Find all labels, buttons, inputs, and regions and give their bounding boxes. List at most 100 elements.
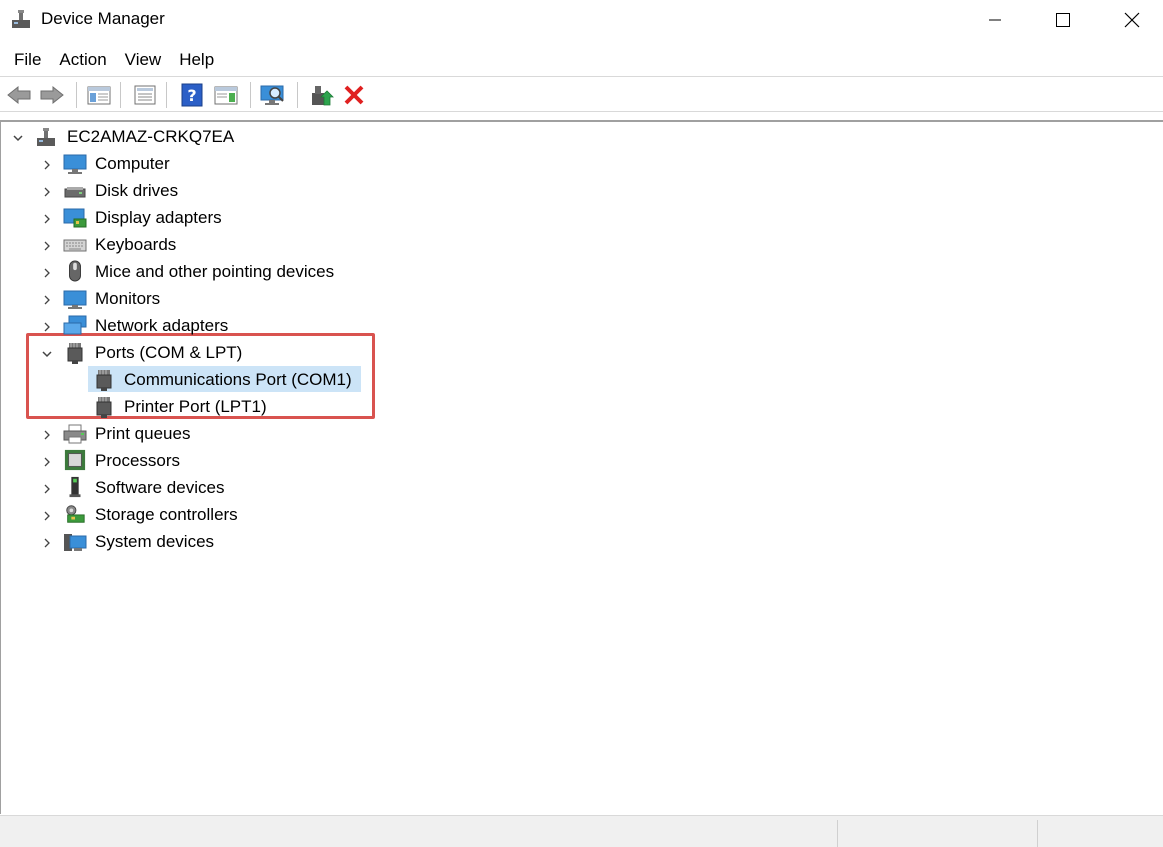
menu-help[interactable]: Help xyxy=(171,46,222,74)
chevron-down-icon xyxy=(13,135,23,142)
show-hide-console-tree-icon xyxy=(87,86,111,105)
menu-action[interactable]: Action xyxy=(51,46,114,74)
scan-hardware-button[interactable] xyxy=(259,82,287,108)
help-icon: ? xyxy=(181,83,203,107)
tree-item-network-adapters[interactable]: Network adapters xyxy=(95,315,228,337)
computer-icon xyxy=(63,154,87,174)
chevron-right-icon xyxy=(44,214,50,224)
back-button[interactable] xyxy=(5,82,33,108)
toolbar: ? xyxy=(0,76,1163,112)
expand-chevron[interactable] xyxy=(40,482,54,496)
uninstall-device-button[interactable] xyxy=(340,82,368,108)
collapse-chevron[interactable] xyxy=(40,347,54,361)
toolbar-separator xyxy=(76,82,77,108)
tree-item-keyboards[interactable]: Keyboards xyxy=(95,234,176,256)
help-button[interactable]: ? xyxy=(178,82,206,108)
menu-view[interactable]: View xyxy=(117,46,170,74)
software-device-icon xyxy=(69,476,81,498)
minimize-button[interactable] xyxy=(960,0,1030,40)
chevron-right-icon xyxy=(44,511,50,521)
system-device-icon xyxy=(64,534,87,551)
chevron-right-icon xyxy=(44,484,50,494)
expand-chevron[interactable] xyxy=(40,536,54,550)
status-separator xyxy=(837,820,838,847)
menu-bar: File Action View Help xyxy=(0,44,1163,76)
uninstall-device-icon xyxy=(344,85,364,105)
update-driver-icon xyxy=(312,86,334,106)
tree-item-display-adapters[interactable]: Display adapters xyxy=(95,207,222,229)
expand-chevron[interactable] xyxy=(40,320,54,334)
toolbar-separator xyxy=(250,82,251,108)
port-icon xyxy=(67,343,83,364)
disk-drive-icon xyxy=(64,187,86,198)
toolbar-separator xyxy=(120,82,121,108)
expand-chevron[interactable] xyxy=(40,293,54,307)
properties-button[interactable] xyxy=(131,82,159,108)
close-icon xyxy=(1124,12,1140,28)
expand-chevron[interactable] xyxy=(40,239,54,253)
svg-text:?: ? xyxy=(187,86,196,105)
display-adapter-icon xyxy=(63,208,87,228)
expand-chevron[interactable] xyxy=(40,212,54,226)
menu-file[interactable]: File xyxy=(6,46,49,74)
forward-arrow-icon xyxy=(40,85,64,105)
port-icon xyxy=(96,370,112,391)
tree-root-label[interactable]: EC2AMAZ-CRKQ7EA xyxy=(67,126,234,148)
chevron-right-icon xyxy=(44,457,50,467)
monitor-icon xyxy=(63,290,87,309)
expand-chevron[interactable] xyxy=(40,455,54,469)
chevron-right-icon xyxy=(44,430,50,440)
tree-item-monitors[interactable]: Monitors xyxy=(95,288,160,310)
expand-chevron[interactable] xyxy=(40,158,54,172)
storage-controller-icon xyxy=(66,505,85,523)
tree-item-system-devices[interactable]: System devices xyxy=(95,531,214,553)
maximize-icon xyxy=(1056,13,1070,27)
chevron-down-icon xyxy=(42,351,52,358)
printer-icon xyxy=(63,424,87,444)
collapse-chevron[interactable] xyxy=(11,131,25,145)
network-adapter-icon xyxy=(63,315,87,335)
mouse-icon xyxy=(69,260,81,282)
show-hide-console-tree-button[interactable] xyxy=(85,82,113,108)
close-button[interactable] xyxy=(1097,0,1163,40)
action-pane-icon xyxy=(214,86,238,105)
update-driver-button[interactable] xyxy=(307,82,335,108)
status-bar xyxy=(0,815,1163,847)
port-icon xyxy=(96,397,112,418)
chevron-right-icon xyxy=(44,268,50,278)
tree-item-software-devices[interactable]: Software devices xyxy=(95,477,224,499)
chevron-right-icon xyxy=(44,160,50,170)
back-arrow-icon xyxy=(7,85,31,105)
processor-icon xyxy=(64,449,86,471)
expand-chevron[interactable] xyxy=(40,428,54,442)
tree-item-processors[interactable]: Processors xyxy=(95,450,180,472)
computer-root-icon xyxy=(37,128,55,146)
tree-item-computer[interactable]: Computer xyxy=(95,153,170,175)
chevron-right-icon xyxy=(44,295,50,305)
tree-item-print-queues[interactable]: Print queues xyxy=(95,423,190,445)
chevron-right-icon xyxy=(44,241,50,251)
tree-item-disk-drives[interactable]: Disk drives xyxy=(95,180,178,202)
minimize-icon xyxy=(989,19,1001,21)
chevron-right-icon xyxy=(44,538,50,548)
tree-item-com1[interactable]: Communications Port (COM1) xyxy=(124,369,352,391)
expand-chevron[interactable] xyxy=(40,509,54,523)
status-separator xyxy=(1037,820,1038,847)
window-title: Device Manager xyxy=(41,9,165,28)
chevron-right-icon xyxy=(44,322,50,332)
tree-item-storage-controllers[interactable]: Storage controllers xyxy=(95,504,238,526)
toolbar-separator xyxy=(297,82,298,108)
tree-item-ports[interactable]: Ports (COM & LPT) xyxy=(95,342,242,364)
action-pane-button[interactable] xyxy=(212,82,240,108)
toolbar-separator xyxy=(166,82,167,108)
maximize-button[interactable] xyxy=(1028,0,1098,40)
tree-item-mice[interactable]: Mice and other pointing devices xyxy=(95,261,334,283)
forward-button[interactable] xyxy=(38,82,66,108)
title-bar: Device Manager xyxy=(0,0,1163,40)
tree-item-lpt1[interactable]: Printer Port (LPT1) xyxy=(124,396,267,418)
scan-hardware-icon xyxy=(260,85,284,105)
expand-chevron[interactable] xyxy=(40,266,54,280)
expand-chevron[interactable] xyxy=(40,185,54,199)
keyboard-icon xyxy=(63,239,87,252)
device-manager-icon xyxy=(12,10,30,28)
